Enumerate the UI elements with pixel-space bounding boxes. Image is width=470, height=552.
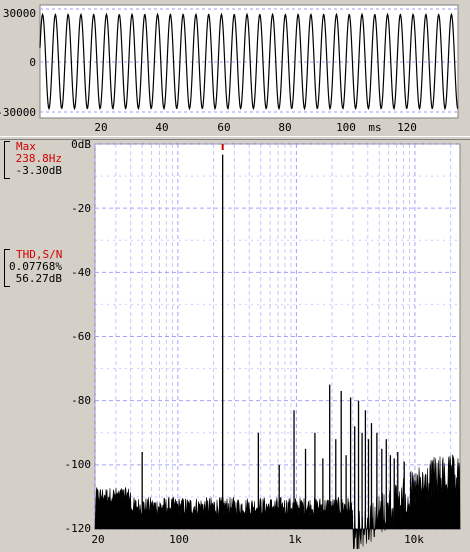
waveform-ytick-label: 0 [29,56,36,69]
spectrum-ytick-label: -120 [65,522,92,535]
waveform-xtick-label: 20 [94,121,107,134]
spectrum-ytick-label: -20 [71,202,91,215]
spectrum-ytick-label: -100 [65,458,92,471]
spectrum-chart[interactable]: 0dB -20 -40 -60 -80 -100 -120 20 100 1k … [0,138,470,552]
thd-readout: THD,S/N 0.07768% 56.27dB [4,249,62,287]
readout-bracket [4,249,10,287]
spectrum-ytick-label: -80 [71,394,91,407]
waveform-x-unit: ms [368,121,381,134]
spectrum-ytick-label: 0dB [71,140,91,151]
spectrum-xtick-label: 1k [288,533,302,546]
max-readout: Max 238.8Hz -3.30dB [4,141,62,179]
spectrum-ytick-label: -60 [71,330,91,343]
waveform-xtick-label: 120 [397,121,417,134]
spectrum-xtick-label: 10k [404,533,424,546]
waveform-ytick-label: 30000 [3,7,36,20]
max-level-value: -3.30dB [15,164,62,177]
audio-analyzer-window: 30000 0 -30000 20 40 60 80 100 ms 120 0d… [0,0,470,552]
waveform-chart[interactable]: 30000 0 -30000 20 40 60 80 100 ms 120 [0,0,470,136]
spectrum-panel: 0dB -20 -40 -60 -80 -100 -120 20 100 1k … [0,138,470,552]
spectrum-ytick-label: -40 [71,266,91,279]
spectrum-xtick-label: 20 [91,533,104,546]
waveform-ytick-label: -30000 [0,106,36,119]
waveform-xtick-label: 100 [336,121,356,134]
spectrum-xtick-label: 100 [169,533,189,546]
waveform-xtick-label: 40 [155,121,168,134]
waveform-xtick-label: 80 [278,121,291,134]
sn-value: 56.27dB [15,272,62,285]
readout-bracket [4,141,10,179]
waveform-xtick-label: 60 [217,121,230,134]
waveform-panel: 30000 0 -30000 20 40 60 80 100 ms 120 [0,0,470,136]
